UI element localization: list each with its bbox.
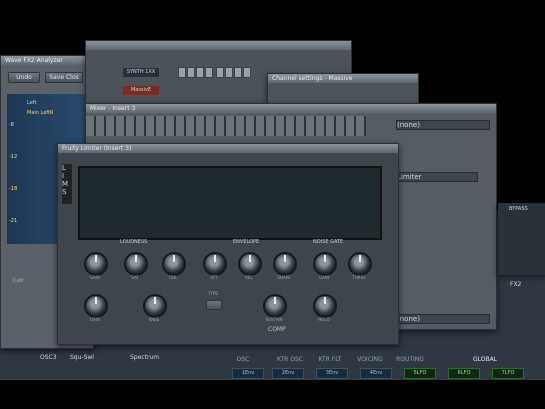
env-button[interactable]: 2Env (272, 368, 304, 379)
comp-label: COMP (268, 326, 286, 333)
att-knob[interactable] (203, 252, 227, 276)
osc3-view-select[interactable]: Spectrum (130, 354, 159, 361)
massive-tab[interactable]: KTR FLT (312, 356, 348, 364)
mode-label[interactable]: NOISE GATE (313, 239, 343, 245)
step-button[interactable] (216, 67, 224, 78)
massive-tab[interactable]: VOICING (352, 356, 388, 364)
limiter-graph (78, 166, 382, 240)
step-button[interactable] (196, 67, 204, 78)
fx-slot-label: (none) (397, 315, 420, 323)
step-button[interactable] (205, 67, 213, 78)
channel-settings-title: Channel settings - Massive (268, 74, 418, 83)
knob-label: CEIL (168, 275, 178, 280)
scale-mark: -12 (9, 154, 18, 160)
knob-label: GAIN (89, 275, 100, 280)
knob-label: ATT (210, 275, 218, 280)
osc3-mode-select[interactable]: Squ-Swl (70, 354, 94, 361)
fx-slot[interactable]: Limiter (396, 172, 478, 182)
mixer-title: Mixer - Insert 3 (86, 104, 496, 113)
osc3-label: OSC3 (40, 354, 57, 361)
knob-label: THRES (352, 275, 366, 280)
undo-button[interactable]: Undo (8, 72, 40, 83)
side-tab[interactable]: M (62, 180, 72, 188)
type-label: TYPE (208, 291, 218, 296)
step-button[interactable] (243, 67, 251, 78)
massive-tab[interactable]: GLOBAL (460, 356, 510, 364)
step-seq-title-bar (86, 41, 351, 50)
scale-mark: -8 (9, 122, 14, 128)
massive-tab[interactable]: KTR OSC (270, 356, 310, 364)
fx-label: FX2 (510, 281, 522, 288)
step-button[interactable] (225, 67, 233, 78)
mode-label[interactable]: ENVELOPE (233, 239, 259, 245)
thres-knob[interactable] (348, 252, 372, 276)
channel-name[interactable]: SYNTH 1XX (123, 68, 159, 77)
bypass-panel: BYPASS (498, 203, 545, 275)
lfo-button[interactable]: 6LFO (448, 368, 480, 379)
scale-mark: -21 (9, 218, 18, 224)
fx-slot[interactable]: (none) (396, 120, 490, 130)
step-button[interactable] (187, 67, 195, 78)
limiter-side-tabs: L I M S (62, 164, 72, 204)
hold-knob[interactable] (313, 294, 337, 318)
knee-knob[interactable] (143, 294, 167, 318)
knob-label: SUSTAIN (265, 317, 283, 322)
side-label: Cutf (13, 278, 24, 284)
knob-label: SHAPE (277, 275, 291, 280)
shape-knob[interactable] (273, 252, 297, 276)
knob-label: KNEE (148, 317, 160, 322)
env-button[interactable]: 3Env (316, 368, 348, 379)
bypass-label[interactable]: BYPASS (509, 206, 528, 212)
mode-label[interactable]: LOUDNESS (120, 239, 147, 245)
gate-gain-knob[interactable] (313, 252, 337, 276)
knob-label: GAIN (89, 317, 100, 322)
lfo-button[interactable]: 7LFO (492, 368, 524, 379)
rel-knob[interactable] (238, 252, 262, 276)
gain-knob[interactable] (84, 252, 108, 276)
type-button[interactable] (206, 300, 222, 310)
gain-knob-2[interactable] (84, 294, 108, 318)
fx-slot-label: Limiter (397, 173, 422, 181)
step-button[interactable] (178, 67, 186, 78)
massive-tab[interactable]: OSC (228, 356, 258, 364)
side-tab[interactable]: I (62, 172, 72, 180)
knob-label: GAIN (318, 275, 329, 280)
channel-settings-window: Channel settings - Massive (267, 73, 419, 105)
knob-label: HOLD (318, 317, 330, 322)
knob-label: REL (245, 275, 253, 280)
legend-left: Left (27, 100, 37, 106)
ceil-knob[interactable] (162, 252, 186, 276)
channel-name[interactable]: MassivE (123, 86, 159, 95)
step-button[interactable] (234, 67, 242, 78)
sat-knob[interactable] (124, 252, 148, 276)
lfo-button[interactable]: 5LFO (404, 368, 436, 379)
analyzer-title: Wave FX2 Analyzer (1, 56, 93, 65)
fader-strip (86, 116, 366, 136)
save-close-button[interactable]: Save Clos (45, 72, 83, 83)
env-button[interactable]: 4Env (360, 368, 392, 379)
legend-main: Main LeftR (27, 110, 54, 116)
env-button[interactable]: 1Env (232, 368, 264, 379)
side-tab[interactable]: S (62, 188, 72, 196)
side-tab[interactable]: L (62, 164, 72, 172)
massive-tab[interactable]: ROUTING (392, 356, 428, 364)
scale-mark: -18 (9, 186, 18, 192)
fx-slot-label: (none) (397, 121, 420, 129)
fruity-limiter-window: Fruity Limiter (Insert 3) L I M S LOUDNE… (57, 143, 399, 345)
limiter-title: Fruity Limiter (Insert 3) (58, 144, 398, 153)
fx-slot[interactable]: (none) (396, 314, 490, 324)
sustain-knob[interactable] (263, 294, 287, 318)
knob-label: SAT (131, 275, 139, 280)
